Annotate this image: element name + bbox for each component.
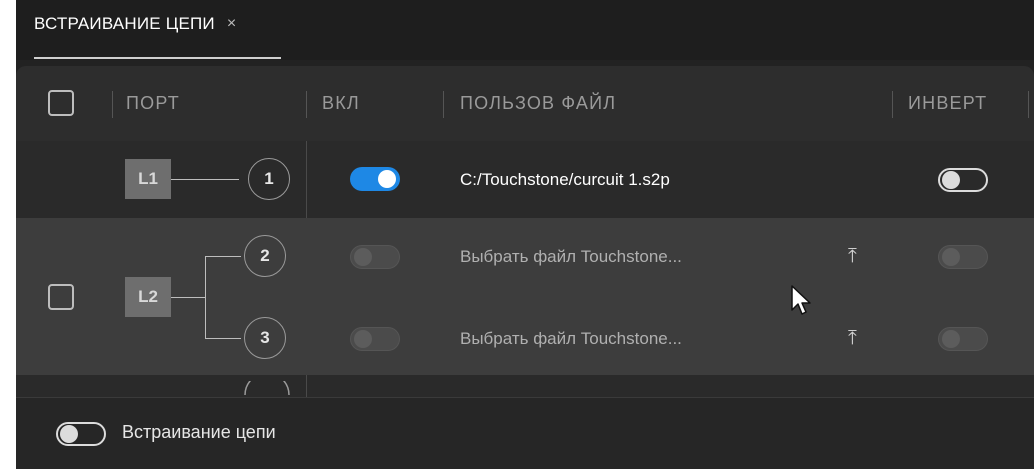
column-divider (306, 141, 307, 218)
column-divider (306, 375, 307, 397)
tab-bar: ВСТРАИВАНИЕ ЦЕПИ × (16, 0, 1034, 60)
header-user-file: ПОЛЬЗОВ ФАЙЛ (460, 93, 617, 113)
circuit-embedding-label: Встраивание цепи (122, 422, 276, 442)
circuit-embedding-window: ВСТРАИВАНИЕ ЦЕПИ × ПОРТ ВКЛ ПОЛЬЗОВ ФАЙЛ… (16, 0, 1034, 469)
select-all-checkbox[interactable] (48, 90, 74, 116)
port-1-file-path[interactable]: C:/Touchstone/curcuit 1.s2p (460, 169, 670, 191)
tab-label: ВСТРАИВАНИЕ ЦЕПИ (34, 14, 215, 33)
header-divider (306, 91, 307, 118)
port-3-invert-toggle[interactable] (938, 327, 988, 351)
tab-active-indicator (34, 57, 281, 59)
tab-circuit-embedding[interactable]: ВСТРАИВАНИЕ ЦЕПИ × (34, 13, 236, 59)
header-divider (1028, 91, 1029, 118)
port-1-invert-toggle[interactable] (938, 168, 988, 192)
header-enabled: ВКЛ (322, 93, 360, 113)
table-header: ПОРТ ВКЛ ПОЛЬЗОВ ФАЙЛ ИНВЕРТ (16, 66, 1034, 141)
block-l1: L1 (125, 159, 171, 199)
close-icon[interactable]: × (227, 13, 236, 35)
row-l2-checkbox[interactable] (48, 284, 74, 310)
port-3-file-select[interactable]: Выбрать файл Touchstone... (460, 328, 682, 350)
block-l2: L2 (125, 277, 171, 317)
embedding-table-panel: ПОРТ ВКЛ ПОЛЬЗОВ ФАЙЛ ИНВЕРТ L1 1 C:/Tou… (16, 66, 1034, 469)
mouse-cursor-icon (791, 285, 811, 315)
circuit-embedding-toggle[interactable] (56, 422, 106, 446)
connector-line (205, 338, 241, 339)
header-divider (892, 91, 893, 118)
connector-line (171, 297, 205, 298)
port-3-badge: 3 (244, 317, 286, 359)
port-2-badge: 2 (244, 235, 286, 277)
table-row-group[interactable]: L2 2 3 Выбрать файл Touchstone... ⤒ Выбр… (16, 218, 1034, 375)
port-2-file-select[interactable]: Выбрать файл Touchstone... (460, 246, 682, 268)
header-invert: ИНВЕРТ (908, 93, 988, 113)
port-2-enabled-toggle[interactable] (350, 245, 400, 269)
port-badge-partial (244, 381, 290, 395)
footer-bar: Встраивание цепи (16, 398, 1034, 469)
port-1-badge: 1 (248, 158, 290, 200)
upload-icon[interactable]: ⤒ (848, 246, 857, 266)
table-row[interactable]: L1 1 C:/Touchstone/curcuit 1.s2p (16, 141, 1034, 218)
connector-line (171, 179, 239, 180)
upload-icon[interactable]: ⤒ (848, 328, 857, 348)
port-2-invert-toggle[interactable] (938, 245, 988, 269)
header-port: ПОРТ (126, 93, 180, 113)
port-1-enabled-toggle[interactable] (350, 167, 400, 191)
connector-line (205, 256, 206, 338)
connector-line (205, 256, 241, 257)
header-divider (112, 91, 113, 118)
header-divider (443, 91, 444, 118)
port-3-enabled-toggle[interactable] (350, 327, 400, 351)
